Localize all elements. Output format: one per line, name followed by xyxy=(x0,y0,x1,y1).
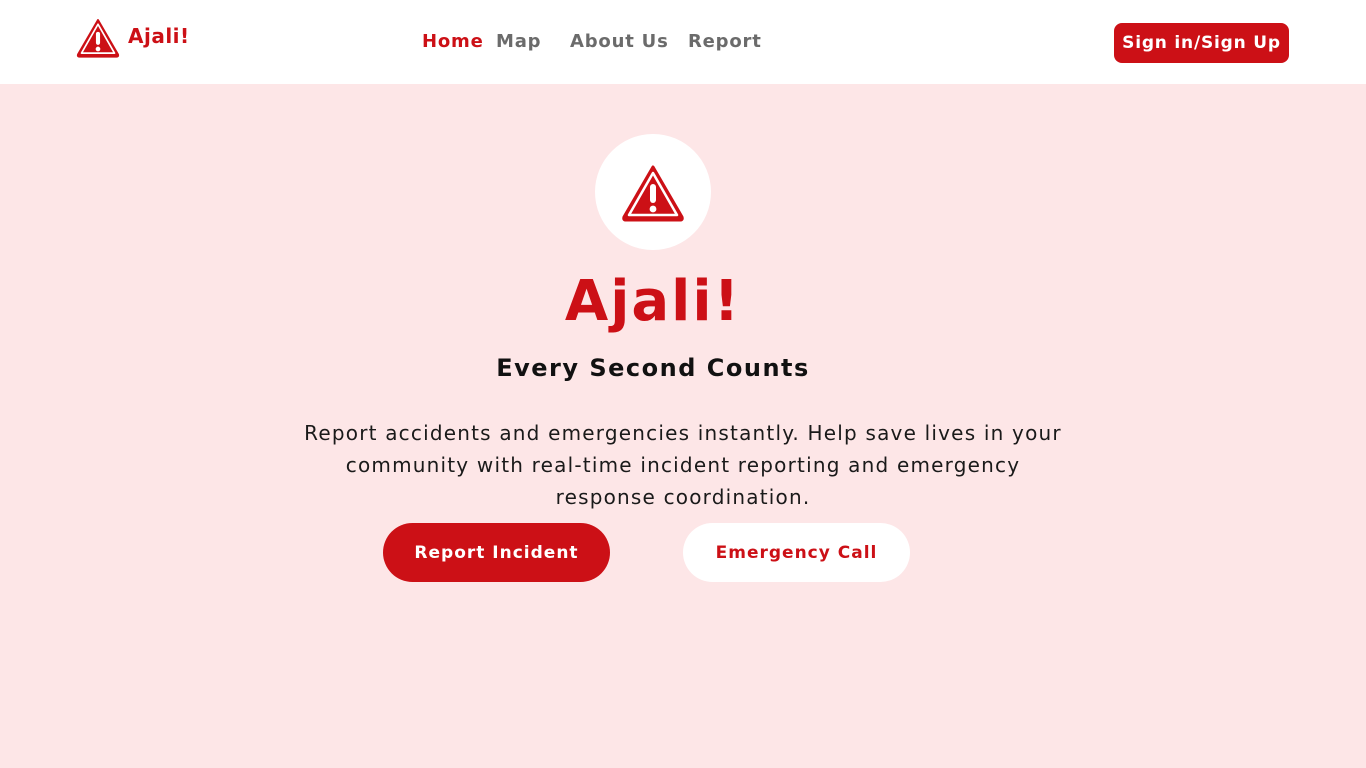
hero-title-container: Ajali! xyxy=(383,268,923,336)
nav-item-home[interactable]: Home xyxy=(422,31,484,52)
hero-icon-badge xyxy=(595,134,711,250)
hero-description: Report accidents and emergencies instant… xyxy=(304,421,1062,509)
warning-triangle-icon xyxy=(76,19,120,58)
emergency-call-button[interactable]: Emergency Call xyxy=(683,523,910,582)
nav-item-about-us[interactable]: About Us xyxy=(570,31,669,52)
hero-tagline: Every Second Counts xyxy=(496,354,810,382)
brand-name: Ajali! xyxy=(128,24,190,48)
brand-logo-link[interactable]: Ajali! xyxy=(76,17,190,59)
top-header: Ajali! Home Map About Us Report Sign in/… xyxy=(0,0,1366,84)
warning-triangle-icon xyxy=(622,165,684,222)
nav-item-report[interactable]: Report xyxy=(688,31,762,52)
hero-title: Ajali! xyxy=(564,269,742,334)
nav-item-map[interactable]: Map xyxy=(496,31,541,52)
report-incident-button[interactable]: Report Incident xyxy=(383,523,610,582)
sign-in-sign-up-button[interactable]: Sign in/Sign Up xyxy=(1114,23,1289,63)
